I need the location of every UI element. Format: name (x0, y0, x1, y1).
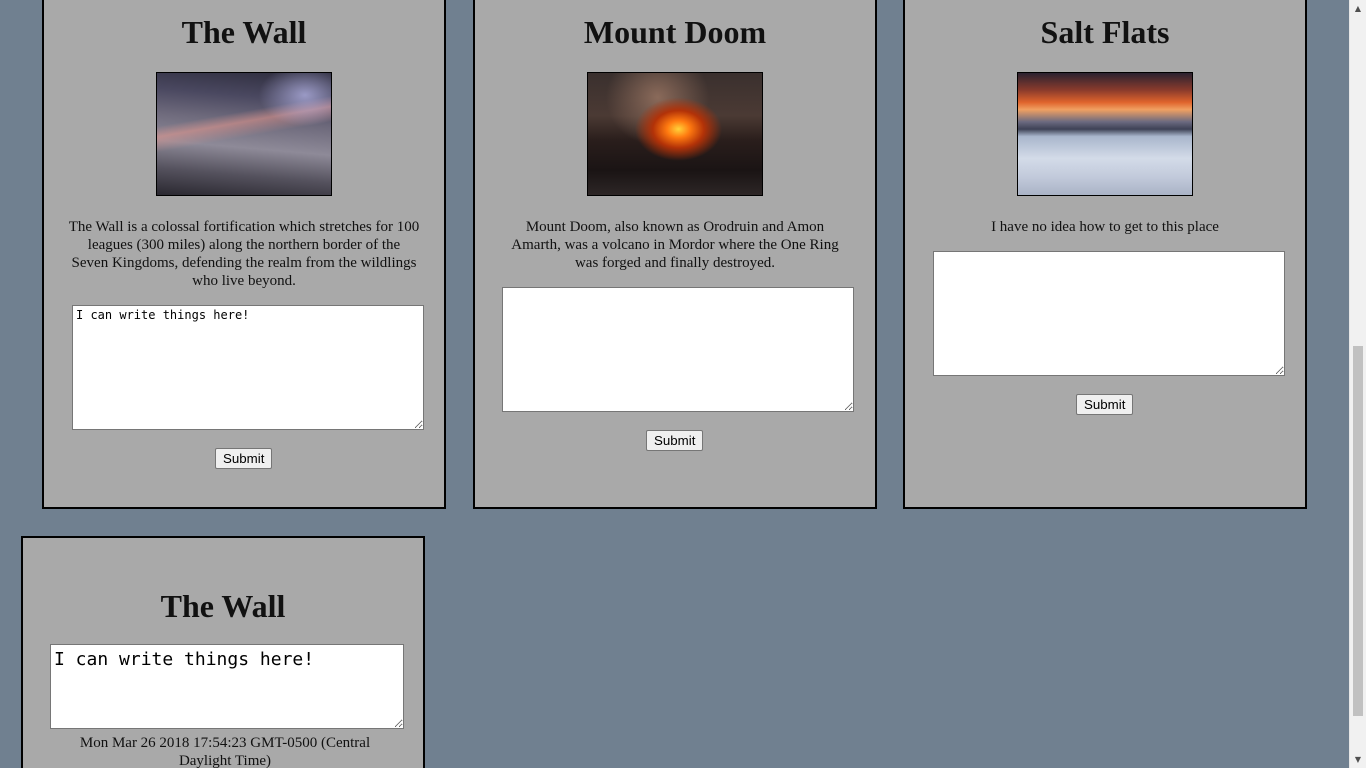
card-title: Salt Flats (1040, 14, 1170, 50)
notes-textarea[interactable] (933, 251, 1285, 376)
card-mount-doom: Mount Doom Mount Doom, also known as Oro… (473, 0, 877, 509)
card-title: Mount Doom (583, 14, 767, 50)
arrow-down-icon[interactable]: ▼ (1350, 751, 1366, 768)
page: The Wall The Wall is a colossal fortific… (0, 0, 1366, 768)
card-the-wall: The Wall The Wall is a colossal fortific… (42, 0, 446, 509)
arrow-up-icon[interactable]: ▲ (1350, 0, 1366, 17)
submit-button[interactable]: Submit (646, 430, 704, 451)
mount-doom-image (587, 72, 763, 196)
submit-button[interactable]: Submit (215, 448, 273, 469)
notes-textarea[interactable] (502, 287, 854, 412)
card-description: I have no idea how to get to this place (991, 219, 1219, 235)
submit-button[interactable]: Submit (1076, 394, 1134, 415)
vertical-scrollbar[interactable]: ▲ ▼ (1349, 0, 1366, 768)
notes-textarea[interactable]: I can write things here! (72, 305, 424, 430)
scrollbar-thumb[interactable] (1353, 346, 1363, 716)
card-salt-flats: Salt Flats I have no idea how to get to … (903, 0, 1307, 509)
salt-flats-image (1017, 72, 1193, 196)
the-wall-image (156, 72, 332, 196)
result-textarea[interactable]: I can write things here! (50, 644, 404, 729)
card-description: Mount Doom, also known as Orodruin and A… (511, 219, 839, 271)
result-timestamp: Mon Mar 26 2018 17:54:23 GMT-0500 (Centr… (79, 735, 371, 768)
card-description: The Wall is a colossal fortification whi… (68, 219, 420, 289)
result-card: The Wall I can write things here! Mon Ma… (21, 536, 425, 768)
card-title: The Wall (181, 14, 307, 50)
result-title: The Wall (160, 588, 286, 624)
